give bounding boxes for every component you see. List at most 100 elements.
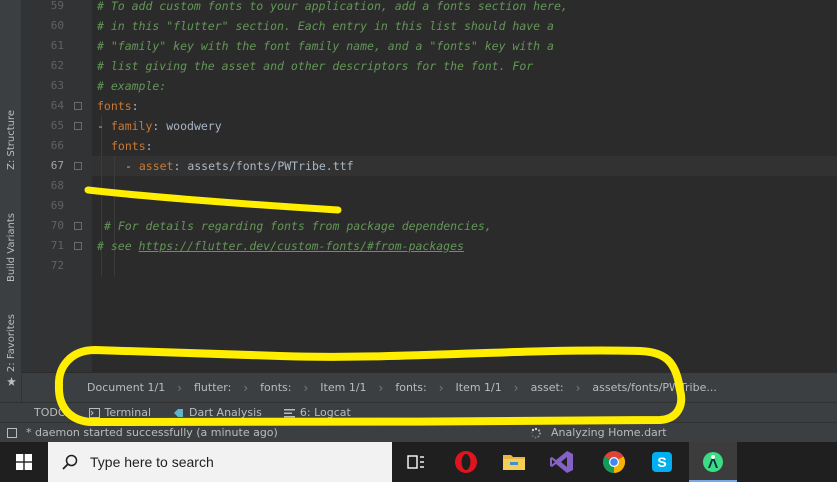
line-number: 70 <box>50 219 64 232</box>
terminal-tab[interactable]: Terminal <box>88 406 152 419</box>
svg-text:S: S <box>657 454 666 470</box>
code-line-64: fonts: <box>97 96 139 116</box>
visual-studio-icon <box>550 451 573 473</box>
windows-start-icon <box>16 454 32 470</box>
terminal-tab-label: Terminal <box>104 406 152 419</box>
yaml-colon: : <box>145 139 153 153</box>
yaml-dash: - <box>125 159 139 173</box>
structure-tab-label: Z: Structure <box>5 110 17 170</box>
docs-link[interactable]: https://flutter.dev/custom-fonts/#from-p… <box>139 239 464 253</box>
comment-prefix: # see <box>97 239 139 253</box>
chevron-right-icon: › <box>438 380 444 395</box>
breadcrumb-item[interactable]: assets/fonts/PWTribe... <box>592 381 716 394</box>
breadcrumb-item[interactable]: asset: <box>531 381 564 394</box>
yaml-key: fonts <box>97 99 132 113</box>
skype-button[interactable]: S <box>638 442 686 482</box>
code-line-65: - family: woodwery <box>97 116 222 136</box>
search-placeholder: Type here to search <box>90 454 214 470</box>
chevron-right-icon: › <box>513 380 519 395</box>
chevron-right-icon: › <box>575 380 581 395</box>
spinner-icon <box>531 427 541 439</box>
editor-gutter: 59 60 61 62 63 64 65 66 67 68 69 70 71 7… <box>22 0 92 372</box>
square-icon[interactable] <box>7 428 17 438</box>
breadcrumb-item[interactable]: Item 1/1 <box>320 381 366 394</box>
status-bar: * daemon started successfully (a minute … <box>0 422 837 442</box>
code-line-67: - asset: assets/fonts/PWTribe.ttf <box>125 156 354 176</box>
line-number-current: 67 <box>50 159 64 172</box>
code-line-59: # To add custom fonts to your applicatio… <box>97 0 568 13</box>
yaml-key: asset <box>138 159 174 173</box>
task-view-icon <box>407 455 424 469</box>
line-number: 59 <box>50 0 64 12</box>
dart-analysis-tab-label: Dart Analysis <box>189 406 262 419</box>
line-number: 71 <box>50 239 64 252</box>
yaml-colon: : <box>131 99 139 113</box>
yaml-key: family <box>110 119 153 133</box>
line-number: 65 <box>50 119 64 132</box>
breadcrumb-item[interactable]: Document 1/1 <box>87 381 165 394</box>
breadcrumb-item[interactable]: fonts: <box>395 381 426 394</box>
fold-marker[interactable] <box>74 162 82 170</box>
fold-marker[interactable] <box>74 242 82 250</box>
breadcrumb-item[interactable]: flutter: <box>194 381 231 394</box>
skype-icon: S <box>652 452 672 472</box>
build-variants-tab-label: Build Variants <box>5 213 17 282</box>
code-line-61: # "family" key with the font family name… <box>97 39 554 53</box>
chrome-button[interactable] <box>590 442 638 482</box>
progress-label[interactable]: Analyzing Home.dart <box>551 426 667 439</box>
build-variants-tab[interactable]: Build Variants <box>0 200 22 295</box>
star-icon <box>6 376 16 386</box>
line-number: 63 <box>50 79 64 92</box>
dart-analysis-tab[interactable]: Dart Analysis <box>173 406 262 419</box>
logcat-tab[interactable]: 6: Logcat <box>283 406 351 419</box>
line-number: 69 <box>50 199 64 212</box>
chevron-right-icon: › <box>303 380 309 395</box>
breadcrumb-item[interactable]: fonts: <box>260 381 291 394</box>
breadcrumb-item[interactable]: Item 1/1 <box>456 381 502 394</box>
start-button[interactable] <box>0 442 48 482</box>
code-line-70: # For details regarding fonts from packa… <box>104 219 492 233</box>
chrome-icon <box>603 451 625 473</box>
visual-studio-button[interactable] <box>538 442 586 482</box>
structure-tab[interactable]: Z: Structure <box>0 100 22 180</box>
code-line-62: # list giving the asset and other descri… <box>97 59 534 73</box>
code-line-66: fonts: <box>111 136 153 156</box>
tool-window-bar: TODO Terminal Dart Analysis 6: Logcat <box>0 402 837 422</box>
line-number: 61 <box>50 39 64 52</box>
chevron-right-icon: › <box>243 380 249 395</box>
line-number: 64 <box>50 99 64 112</box>
fold-marker[interactable] <box>74 122 82 130</box>
favorites-tab[interactable]: 2: Favorites <box>0 310 22 390</box>
code-line-60: # in this "flutter" section. Each entry … <box>97 19 554 33</box>
line-number: 72 <box>50 259 64 272</box>
windows-taskbar: Type here to search S <box>0 442 837 482</box>
left-tool-strip: Z: Structure Build Variants 2: Favorites <box>0 0 22 402</box>
folder-icon <box>503 455 525 470</box>
breadcrumb: Document 1/1 › flutter: › fonts: › Item 1/1… <box>22 372 837 402</box>
code-line-63: # example: <box>97 79 167 93</box>
search-icon <box>62 454 78 470</box>
chevron-right-icon: › <box>177 380 182 395</box>
todo-tab[interactable]: TODO <box>34 406 67 419</box>
opera-icon <box>455 451 477 473</box>
yaml-value: : woodwery <box>152 119 222 133</box>
code-line-71: # see https://flutter.dev/custom-fonts/#… <box>97 236 464 256</box>
fold-marker[interactable] <box>74 222 82 230</box>
todo-tab-label: TODO <box>34 406 67 419</box>
dart-icon <box>174 408 184 417</box>
taskbar-search[interactable]: Type here to search <box>48 442 392 482</box>
file-explorer-button[interactable] <box>490 442 538 482</box>
line-number: 62 <box>50 59 64 72</box>
logcat-tab-label: 6: Logcat <box>299 406 351 419</box>
fold-marker[interactable] <box>74 102 82 110</box>
line-number: 66 <box>50 139 64 152</box>
chevron-right-icon: › <box>378 380 384 395</box>
status-message[interactable]: * daemon started successfully (a minute … <box>26 426 278 439</box>
yaml-value: : assets/fonts/PWTribe.ttf <box>173 159 354 173</box>
opera-button[interactable] <box>442 442 490 482</box>
android-studio-button[interactable] <box>689 442 737 482</box>
list-icon <box>283 408 295 417</box>
favorites-tab-label: 2: Favorites <box>5 314 17 373</box>
task-view-button[interactable] <box>392 442 440 482</box>
yaml-key: fonts <box>111 139 146 153</box>
